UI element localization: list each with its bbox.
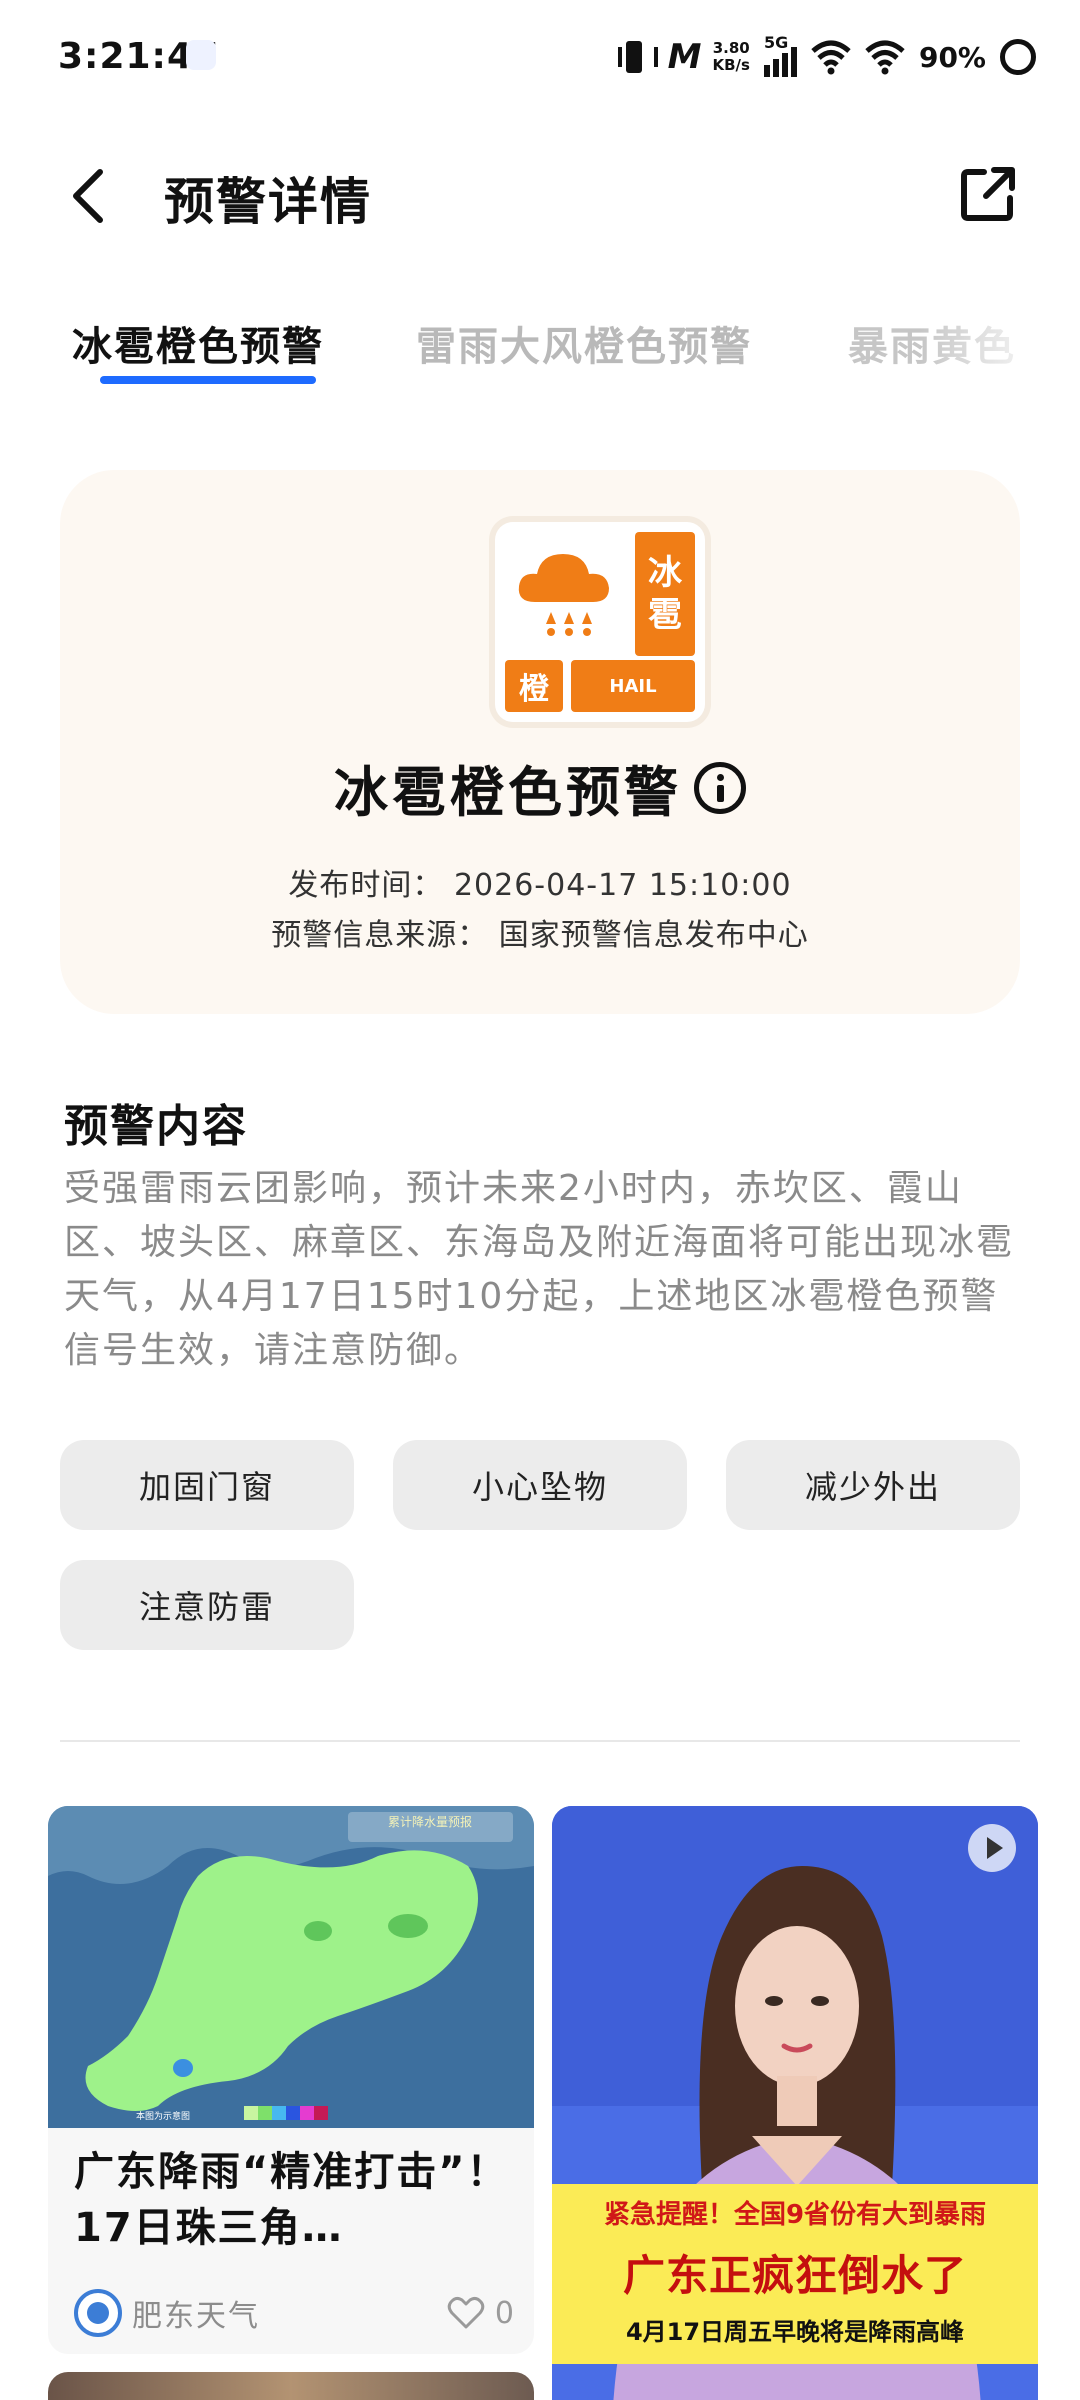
alert-title: 冰雹橙色预警 [334,761,682,824]
advice-chip-lightning[interactable]: 注意防雷 [60,1560,354,1650]
badge-text-2: 雹 [648,595,682,635]
cellular-signal-icon: 5G [763,33,797,77]
section-title-content: 预警内容 [64,1101,248,1152]
map-note: 本图为示意图 [136,2110,190,2122]
feed-card-next-peek[interactable] [48,2372,534,2400]
alert-source: 预警信息来源： 国家预警信息发布中心 [271,918,809,953]
warning-tabs: 冰雹橙色预警 雷雨大风橙色预警 暴雨黄色 [0,300,1080,400]
network-speed: 3.80 KB/s [713,40,750,74]
battery-level: 90% [918,40,986,74]
source-logo-icon [74,2289,122,2337]
heart-icon [447,2296,485,2329]
nfc-icon: M [667,37,702,77]
feed-card-article[interactable]: 累计降水量预报 本图为示意图 广东降雨“精准打击”！17日珠三角… 肥东天气 0 [48,1806,534,2354]
banner-line-3: 4月17日周五早晚将是降雨高峰 [625,2318,965,2346]
share-button[interactable] [956,162,1020,226]
network-speed-unit: KB/s [712,56,750,74]
like-count: 0 [494,2295,514,2331]
feed-article-meta: 肥东天气 0 [74,2288,514,2338]
like-button[interactable]: 0 [447,2296,514,2331]
tab-hail-orange[interactable]: 冰雹橙色预警 [72,314,324,372]
badge-level-label: 橙 [505,660,563,712]
alert-title-row: 冰雹橙色预警 [60,748,1020,827]
rainfall-map-thumbnail: 累计降水量预报 本图为示意图 [48,1806,534,2128]
status-bar: 3:21:47 M 3.80 KB/s 5G 90% [0,0,1080,112]
hail-cloud-icon [518,554,609,636]
signal-bar [781,53,788,77]
signal-bar [763,65,770,77]
tab-thunderstorm-wind-orange[interactable]: 雷雨大风橙色预警 [416,314,752,372]
vibrate-icon [614,37,658,77]
back-button[interactable] [60,164,116,228]
app-header: 预警详情 [0,112,1080,272]
video-caption-banner: 紧急提醒！全国9省份有大到暴雨 广东正疯狂倒水了 4月17日周五早晚将是降雨高峰 [552,2184,1038,2364]
page-title: 预警详情 [164,173,372,231]
divider [60,1740,1020,1742]
feed-source-name: 肥东天气 [132,2299,260,2334]
signal-bar [772,59,779,77]
banner-line-1: 紧急提醒！全国9省份有大到暴雨 [603,2200,987,2230]
banner-line-2: 广东正疯狂倒水了 [622,2251,967,2300]
chevron-left-icon [73,169,103,223]
sound-indicator-icon [186,40,216,70]
network-speed-value: 3.80 [712,39,750,57]
tabs-fade-overlay [920,300,1080,400]
info-icon[interactable] [694,761,746,814]
status-icons: M 3.80 KB/s 5G 90% [614,32,1036,82]
page: 3:21:47 M 3.80 KB/s 5G 90% 预警详情 冰雹橙色预警 雷… [0,0,1080,2400]
hail-warning-badge: 冰 雹 橙 HAIL [495,522,705,722]
share-external-icon [961,167,1015,221]
advice-chip-reinforce-doors[interactable]: 加固门窗 [60,1440,354,1530]
badge-type-label: 冰 雹 [635,532,695,656]
publish-time: 发布时间： 2026-04-17 15:10:00 [288,868,792,903]
advice-chip-stay-indoors[interactable]: 减少外出 [726,1440,1020,1530]
alert-summary-card: 冰 雹 橙 HAIL 冰雹橙色预警 发布时间： 2026-04-17 15:10… [60,470,1020,1014]
wifi-icon [811,40,851,75]
warning-content-text: 受强雷雨云团影响，预计未来2小时内，赤坎区、霞山区、坡头区、麻章区、东海岛及附近… [64,1168,1015,1371]
wifi-icon [865,40,905,75]
tab-active-indicator [100,376,316,384]
map-legend-title: 累计降水量预报 [388,1814,472,1829]
badge-text-1: 冰 [648,553,682,593]
signal-bar [790,47,797,77]
advice-chip-falling-objects[interactable]: 小心坠物 [393,1440,687,1530]
play-icon[interactable] [968,1824,1016,1872]
badge-english-label: HAIL [571,660,695,712]
feed-card-video[interactable]: 紧急提醒！全国9省份有大到暴雨 广东正疯狂倒水了 4月17日周五早晚将是降雨高峰 [552,1806,1038,2400]
feed-article-title: 广东降雨“精准打击”！17日珠三角… [74,2149,509,2251]
battery-icon [1000,39,1036,75]
network-type: 5G [763,33,789,52]
